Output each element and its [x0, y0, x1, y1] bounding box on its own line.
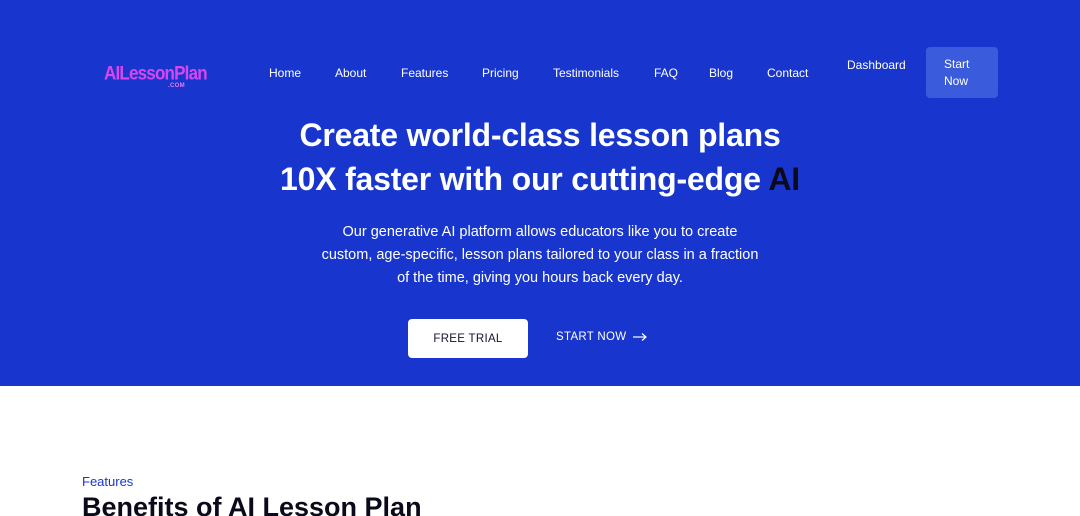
headline-line2-main: 10X faster with our cutting-edge: [280, 161, 769, 197]
start-button-line2: Now: [944, 74, 969, 88]
headline-line2: 10X faster with our cutting-edge AI: [0, 157, 1080, 201]
free-trial-label: FREE TRIAL: [433, 332, 503, 345]
features-title: Benefits of AI Lesson Plan: [82, 492, 422, 516]
headline-line1: Create world-class lesson plans: [299, 117, 781, 153]
hero-section: AILessonPlan .COM Home About Features Pr…: [0, 0, 1080, 386]
arrow-right-icon: [633, 333, 648, 341]
headline-accent: AI: [768, 161, 800, 197]
nav-contact[interactable]: Contact: [767, 66, 808, 80]
nav-blog[interactable]: Blog: [709, 66, 733, 80]
dashboard-link[interactable]: Dashboard: [847, 58, 906, 72]
nav-pricing[interactable]: Pricing: [482, 66, 519, 80]
nav-home[interactable]: Home: [269, 66, 301, 80]
features-kicker: Features: [82, 474, 134, 489]
start-now-label: START NOW: [556, 331, 627, 343]
start-now-nav-button[interactable]: Start Now: [926, 47, 998, 98]
logo-text: AILessonPlan: [104, 62, 208, 84]
hero-subtext: Our generative AI platform allows educat…: [321, 224, 759, 286]
hero-headline: Create world-class lesson plans 10X fast…: [0, 113, 1080, 201]
nav-testimonials[interactable]: Testimonials: [553, 66, 619, 80]
free-trial-button[interactable]: FREE TRIAL: [408, 319, 528, 358]
logo[interactable]: AILessonPlan .COM: [104, 62, 208, 92]
start-button-line1: Start: [944, 57, 970, 71]
nav-faq[interactable]: FAQ: [654, 66, 678, 80]
nav-features[interactable]: Features: [401, 66, 448, 80]
logo-subtext: .COM: [168, 83, 185, 89]
start-now-link[interactable]: START NOW: [556, 331, 648, 343]
nav-about[interactable]: About: [335, 66, 366, 80]
